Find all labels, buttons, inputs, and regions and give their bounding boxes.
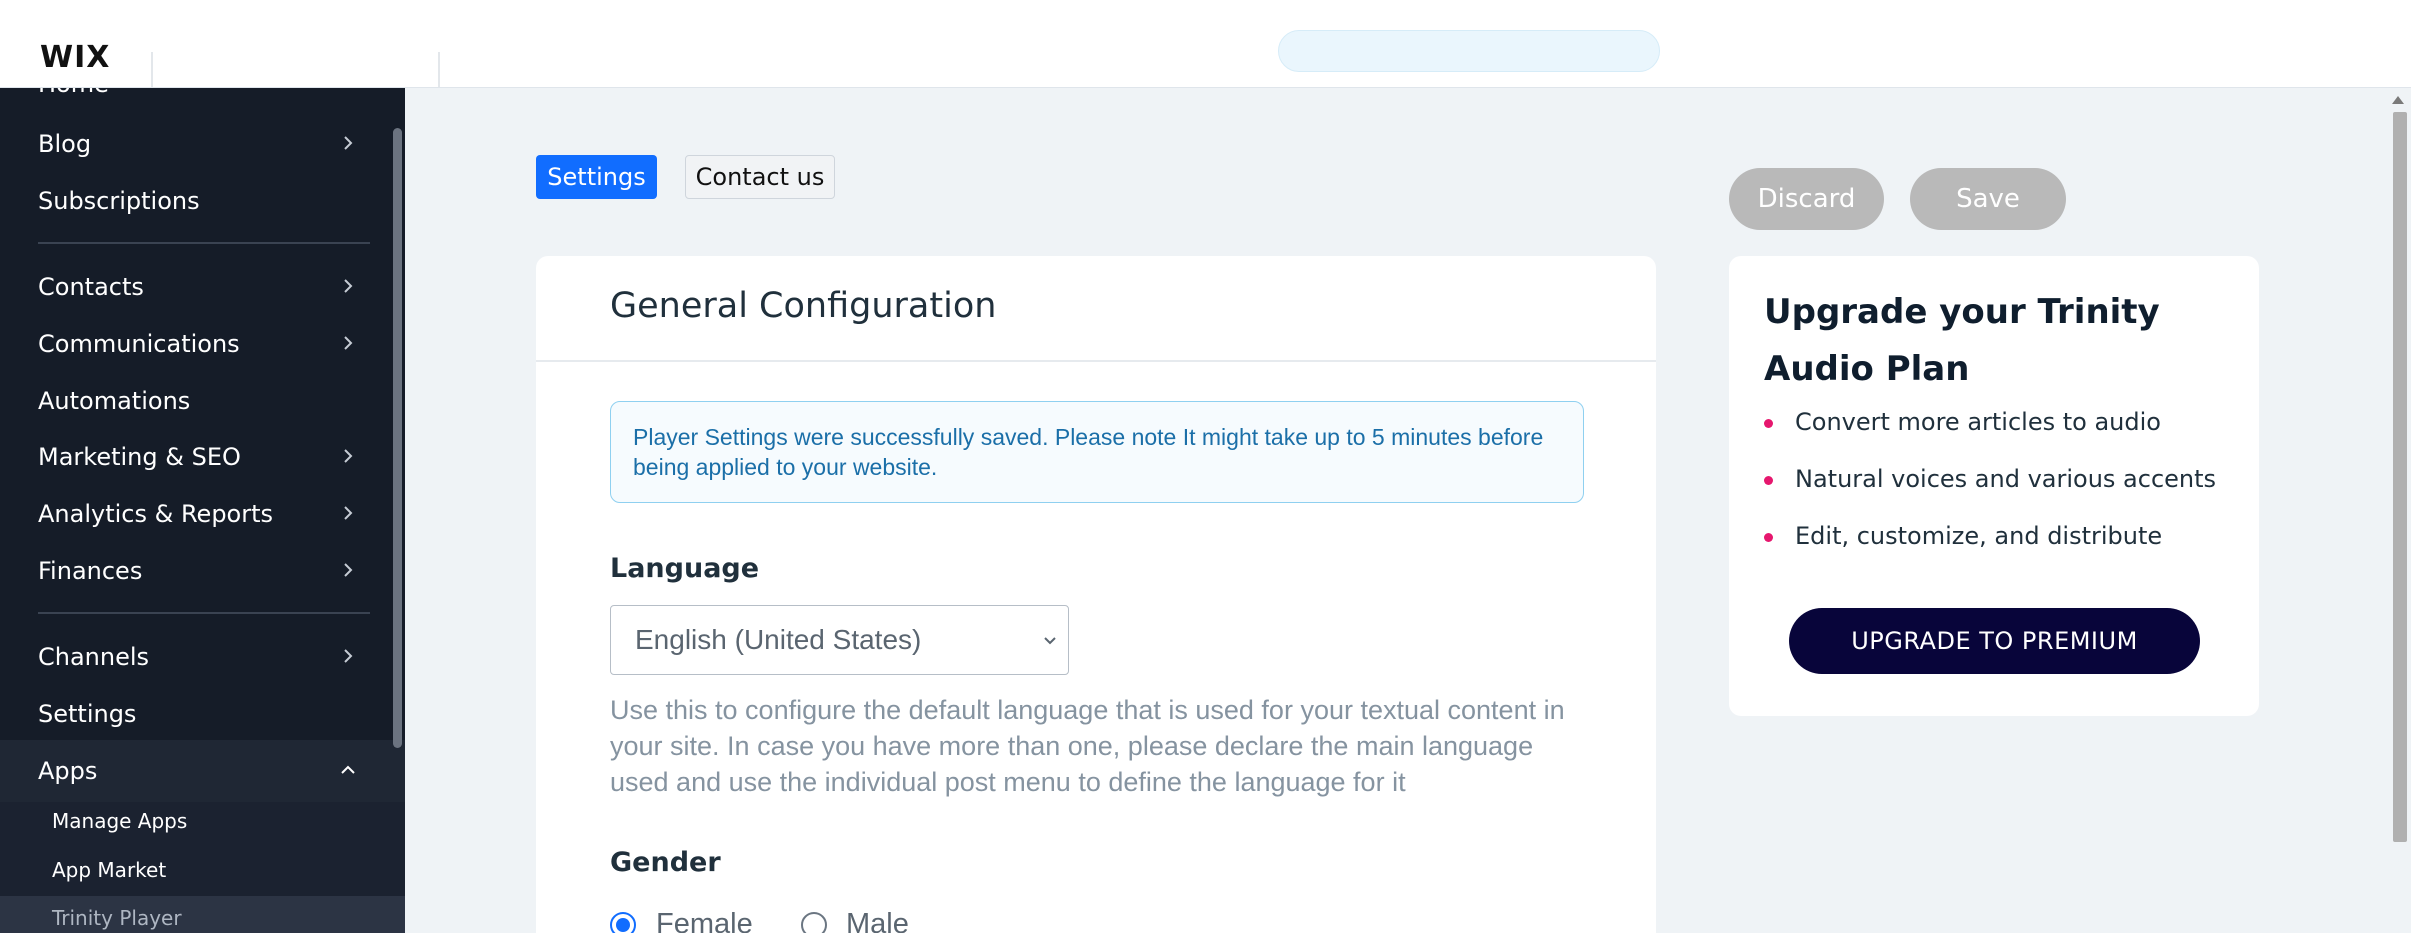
tab-settings[interactable]: Settings (536, 155, 657, 199)
chevron-down-icon (1040, 631, 1060, 651)
gender-male-radio[interactable] (801, 912, 827, 933)
sidebar-subitem-app-market[interactable]: App Market (52, 858, 166, 882)
sidebar-item-finances[interactable]: Finances (38, 557, 142, 585)
chevron-right-icon (338, 276, 358, 296)
sidebar-subitem-trinity-player[interactable]: Trinity Player (52, 906, 182, 930)
bullet-dot-icon (1764, 533, 1773, 542)
chevron-right-icon (338, 560, 358, 580)
upgrade-card: Upgrade your Trinity Audio Plan Convert … (1729, 256, 2259, 716)
discard-button[interactable]: Discard (1729, 168, 1884, 230)
language-label: Language (610, 553, 760, 584)
wix-logo[interactable]: WIX (40, 40, 110, 75)
save-button[interactable]: Save (1910, 168, 2066, 230)
list-item: Edit, customize, and distribute (1764, 522, 2254, 579)
benefit-text: Convert more articles to audio (1795, 408, 2161, 436)
bullet-dot-icon (1764, 419, 1773, 428)
chevron-right-icon (338, 333, 358, 353)
benefit-text: Edit, customize, and distribute (1795, 522, 2163, 550)
chevron-right-icon (338, 646, 358, 666)
sidebar-item-contacts[interactable]: Contacts (38, 273, 144, 301)
main-scrollbar[interactable] (2393, 112, 2407, 842)
success-notice: Player Settings were successfully saved.… (610, 401, 1584, 503)
sidebar-item-channels[interactable]: Channels (38, 643, 149, 671)
card-title: General Configuration (610, 286, 997, 326)
top-bar-divider (438, 52, 440, 87)
language-select[interactable]: English (United States) (610, 605, 1069, 675)
upgrade-benefits-list: Convert more articles to audio Natural v… (1764, 408, 2254, 579)
benefit-text: Natural voices and various accents (1795, 465, 2217, 493)
chevron-up-icon (338, 760, 358, 780)
upgrade-to-premium-button[interactable]: UPGRADE TO PREMIUM (1789, 608, 2200, 674)
sidebar-item-home[interactable]: Home (38, 88, 109, 98)
bullet-dot-icon (1764, 476, 1773, 485)
gender-label: Gender (610, 847, 721, 878)
sidebar-divider (38, 242, 370, 244)
language-select-value: English (United States) (635, 624, 922, 655)
list-item: Convert more articles to audio (1764, 408, 2254, 465)
sidebar-item-communications[interactable]: Communications (38, 330, 240, 358)
chevron-right-icon (338, 133, 358, 153)
sidebar-divider (38, 612, 370, 614)
card-divider (536, 360, 1656, 362)
gender-female-label[interactable]: Female (656, 908, 753, 933)
sidebar-item-subscriptions[interactable]: Subscriptions (38, 187, 200, 215)
chevron-right-icon (338, 446, 358, 466)
sidebar-item-blog[interactable]: Blog (38, 130, 91, 158)
sidebar-scrollbar[interactable] (393, 128, 402, 748)
scroll-up-arrow-icon[interactable] (2392, 96, 2404, 104)
sidebar-item-automations[interactable]: Automations (38, 387, 190, 415)
chevron-right-icon (338, 503, 358, 523)
top-bar: WIX (0, 0, 2411, 88)
sidebar-subitem-manage-apps[interactable]: Manage Apps (52, 809, 187, 833)
language-help-text: Use this to configure the default langua… (610, 695, 1565, 797)
sidebar: Home Blog Subscriptions Contacts Communi… (0, 88, 405, 933)
gender-male-label[interactable]: Male (846, 908, 909, 933)
general-configuration-card: General Configuration Player Settings we… (536, 256, 1656, 933)
sidebar-item-analytics-reports[interactable]: Analytics & Reports (38, 500, 273, 528)
sidebar-item-settings[interactable]: Settings (38, 700, 136, 728)
top-bar-divider (151, 52, 153, 87)
upgrade-title: Upgrade your Trinity Audio Plan (1764, 292, 2160, 389)
sidebar-item-apps[interactable]: Apps (38, 757, 97, 785)
sidebar-item-marketing-seo[interactable]: Marketing & SEO (38, 443, 241, 471)
gender-female-radio[interactable] (610, 912, 636, 933)
list-item: Natural voices and various accents (1764, 465, 2254, 522)
top-bar-search-pill[interactable] (1278, 30, 1660, 72)
tab-contact-us[interactable]: Contact us (685, 155, 835, 199)
